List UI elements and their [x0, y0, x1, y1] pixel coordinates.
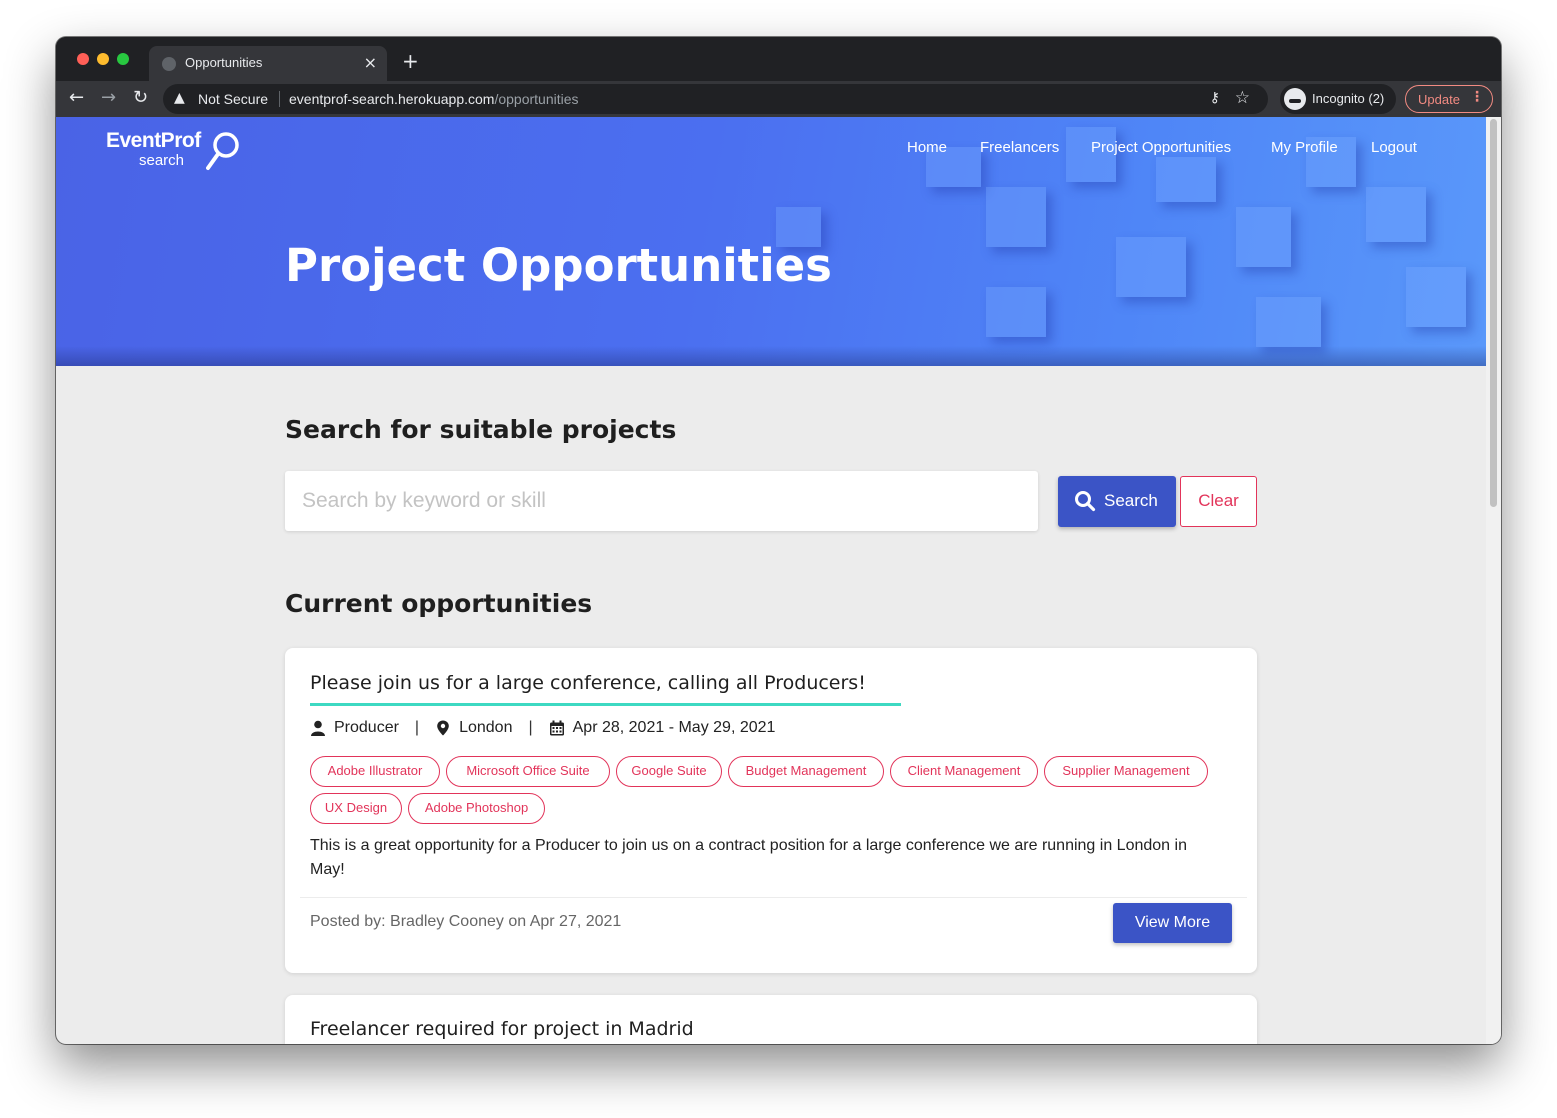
screen: Opportunities × + ← → ↻ ▲ Not Secure eve…	[0, 0, 1557, 1118]
decorative-cube	[1256, 297, 1321, 347]
opportunity-meta: Producer | London | Apr 28, 2021 - May 29,…	[310, 719, 775, 737]
page-viewport: EventProf search Home Freelancers Projec…	[56, 117, 1501, 1044]
skill-tag[interactable]: Microsoft Office Suite	[446, 756, 610, 787]
meta-separator: |	[528, 719, 533, 736]
not-secure-label: Not Secure	[198, 91, 269, 107]
skill-tag[interactable]: Client Management	[890, 756, 1038, 787]
user-icon	[311, 720, 325, 736]
decorative-cube	[1156, 157, 1216, 202]
opportunity-title[interactable]: Please join us for a large conference, c…	[310, 672, 866, 694]
card-divider	[300, 897, 1247, 898]
tab-strip: Opportunities × +	[56, 37, 1501, 81]
logo-wordmark: EventProf	[106, 129, 201, 152]
skill-tag[interactable]: UX Design	[310, 793, 402, 824]
eventprof-logo[interactable]: EventProf search	[106, 129, 246, 173]
search-icon	[1075, 491, 1096, 512]
page-scrollbar[interactable]	[1486, 117, 1501, 1044]
title-underline	[310, 703, 901, 706]
tab-title: Opportunities	[185, 55, 263, 70]
back-arrow-icon[interactable]: ←	[69, 87, 84, 108]
magnifier-icon	[206, 132, 239, 170]
search-input[interactable]	[285, 471, 1038, 531]
nav-freelancers[interactable]: Freelancers	[980, 139, 1059, 156]
decorative-cube	[1236, 207, 1291, 267]
clear-button-label: Clear	[1198, 491, 1239, 510]
opportunity-location: London	[459, 719, 513, 736]
maximize-window-icon[interactable]	[117, 53, 129, 65]
nav-project-opportunities[interactable]: Project Opportunities	[1091, 139, 1231, 156]
skill-tag[interactable]: Budget Management	[728, 756, 884, 787]
browser-toolbar: ← → ↻ ▲ Not Secure eventprof-search.hero…	[56, 81, 1501, 117]
nav-home[interactable]: Home	[907, 139, 947, 156]
warning-icon: ▲	[174, 90, 185, 106]
star-icon[interactable]: ☆	[1235, 88, 1250, 108]
incognito-label: Incognito (2)	[1312, 91, 1385, 106]
tab-close-icon[interactable]: ×	[364, 53, 377, 72]
search-button-label: Search	[1104, 491, 1158, 510]
logo-subtitle: search	[139, 152, 185, 169]
hero-banner: EventProf search Home Freelancers Projec…	[56, 117, 1486, 366]
skill-tag[interactable]: Adobe Photoshop	[408, 793, 545, 824]
map-marker-icon	[437, 720, 449, 736]
forward-arrow-icon[interactable]: →	[101, 87, 116, 108]
opportunities-heading: Current opportunities	[285, 589, 593, 618]
calendar-icon	[549, 720, 564, 736]
globe-icon	[162, 57, 176, 71]
meta-separator: |	[414, 719, 420, 736]
skill-tag[interactable]: Adobe Illustrator	[310, 756, 440, 787]
url-path: /opportunities	[494, 91, 579, 107]
url-text: eventprof-search.herokuapp.com/opportuni…	[289, 91, 579, 107]
decorative-cube	[1366, 187, 1426, 242]
close-window-icon[interactable]	[77, 53, 89, 65]
opportunity-card: Freelancer required for project in Madri…	[285, 995, 1257, 1044]
page-title: Project Opportunities	[285, 239, 832, 292]
opportunity-dates: Apr 28, 2021 - May 29, 2021	[572, 719, 776, 736]
incognito-indicator[interactable]: Incognito (2)	[1280, 84, 1396, 114]
decorative-cube	[986, 287, 1046, 337]
opportunity-role: Producer	[334, 719, 399, 736]
posted-by: Posted by: Bradley Cooney on Apr 27, 202…	[310, 913, 622, 930]
incognito-icon	[1284, 88, 1306, 110]
address-bar[interactable]: ▲ Not Secure eventprof-search.herokuapp.…	[163, 84, 1268, 114]
view-more-button[interactable]: View More	[1113, 903, 1232, 943]
key-icon[interactable]: ⚷	[1210, 90, 1220, 106]
search-heading: Search for suitable projects	[285, 415, 677, 444]
reload-icon[interactable]: ↻	[133, 87, 148, 108]
new-tab-icon[interactable]: +	[402, 49, 419, 73]
tab-opportunities[interactable]: Opportunities ×	[149, 46, 387, 81]
nav-my-profile[interactable]: My Profile	[1271, 139, 1338, 156]
browser-window: Opportunities × + ← → ↻ ▲ Not Secure eve…	[56, 37, 1501, 1044]
divider	[279, 91, 280, 107]
skill-tag[interactable]: Google Suite	[616, 756, 722, 787]
scrollbar-thumb[interactable]	[1490, 119, 1497, 507]
opportunity-description: This is a great opportunity for a Produc…	[310, 837, 1187, 878]
view-more-label: View More	[1134, 914, 1211, 931]
clear-button[interactable]: Clear	[1180, 476, 1257, 527]
nav-logout[interactable]: Logout	[1371, 139, 1417, 156]
update-label: Update	[1418, 92, 1460, 107]
opportunity-title[interactable]: Freelancer required for project in Madri…	[310, 1018, 694, 1040]
decorative-cube	[986, 187, 1046, 247]
decorative-cube	[1406, 267, 1466, 327]
more-vertical-icon[interactable]: ⋮	[1470, 89, 1484, 105]
search-button[interactable]: Search	[1058, 476, 1176, 527]
skill-tag[interactable]: Supplier Management	[1044, 756, 1208, 787]
minimize-window-icon[interactable]	[97, 53, 109, 65]
update-button[interactable]: Update ⋮	[1405, 85, 1493, 113]
opportunity-card: Please join us for a large conference, c…	[285, 648, 1257, 973]
decorative-cube	[1116, 237, 1186, 297]
url-host: eventprof-search.herokuapp.com	[289, 91, 495, 107]
